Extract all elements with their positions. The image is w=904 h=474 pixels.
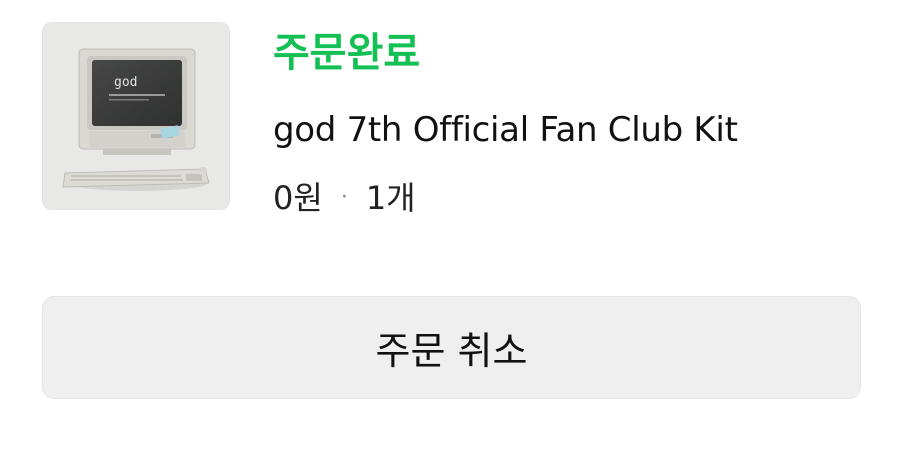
price-quantity-row: 0원 · 1개	[273, 176, 416, 220]
product-thumbnail[interactable]: god	[42, 22, 230, 210]
retro-computer-image: god	[43, 23, 229, 209]
cancel-order-label: 주문 취소	[375, 329, 528, 373]
separator-dot: ·	[340, 185, 348, 210]
quantity-value: 1개	[365, 179, 416, 217]
product-name[interactable]: god 7th Official Fan Club Kit	[273, 107, 738, 153]
cancel-order-button[interactable]: 주문 취소	[42, 296, 861, 399]
order-status: 주문완료	[273, 30, 421, 76]
screen-logo: god	[114, 75, 137, 90]
order-item-card: god 주문완료 god 7th Official Fan Club Kit 0…	[0, 0, 904, 474]
price-value: 0원	[273, 179, 323, 217]
